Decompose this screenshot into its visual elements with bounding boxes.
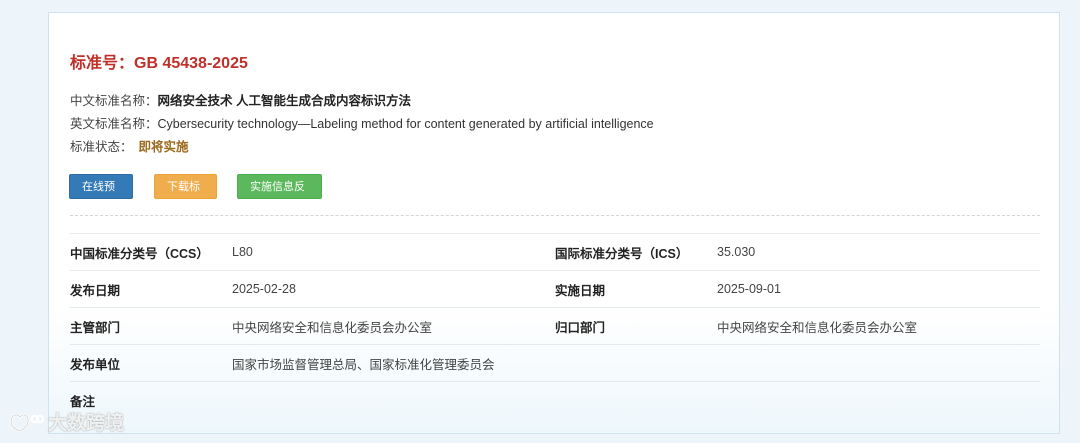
cn-name-value: 网络安全技术 人工智能生成合成内容标识方法 <box>157 94 411 108</box>
publish-date-label: 发布日期 <box>70 270 232 308</box>
publisher-label: 发布单位 <box>70 344 232 382</box>
ics-value: 35.030 <box>717 233 1040 271</box>
ccs-value: L80 <box>232 233 555 271</box>
effective-date-value: 2025-09-01 <box>717 270 1040 308</box>
watermark-text: 大数跨境 <box>48 413 125 434</box>
preview-online-button[interactable]: 在线预览 <box>69 174 133 218</box>
download-standard-button[interactable]: 下载标准 <box>154 174 217 218</box>
cn-name-label: 中文标准名称： <box>70 94 158 108</box>
remarks-value <box>232 381 1040 418</box>
dashed-divider <box>70 215 1040 216</box>
standard-number-title: 标准号：GB 45438-2025 <box>70 55 248 72</box>
ccs-label: 中国标准分类号（CCS） <box>70 233 232 271</box>
table-row: 备注 <box>70 381 1040 418</box>
cn-name-row: 中文标准名称：网络安全技术 人工智能生成合成内容标识方法 <box>70 90 411 109</box>
feedback-button[interactable]: 实施信息反馈 <box>237 174 322 218</box>
table-row: 中国标准分类号（CCS） L80 国际标准分类号（ICS） 35.030 <box>70 233 1040 271</box>
watermark: 大数跨境 <box>8 408 124 435</box>
competent-dept-value: 中央网络安全和信息化委员会办公室 <box>232 307 555 345</box>
standard-info-table: 中国标准分类号（CCS） L80 国际标准分类号（ICS） 35.030 发布日… <box>70 233 1040 418</box>
status-label: 标准状态： <box>70 140 133 154</box>
standard-detail-card: 标准号：GB 45438-2025 中文标准名称：网络安全技术 人工智能生成合成… <box>48 12 1060 434</box>
competent-dept-label: 主管部门 <box>70 307 232 345</box>
status-row: 标准状态： 即将实施 <box>70 136 189 155</box>
ics-label: 国际标准分类号（ICS） <box>555 233 717 271</box>
watermark-logo-icon <box>9 413 44 432</box>
en-name-row: 英文标准名称：Cybersecurity technology—Labeling… <box>70 113 654 132</box>
responsible-dept-value: 中央网络安全和信息化委员会办公室 <box>717 307 1040 345</box>
table-row: 发布单位 国家市场监督管理总局、国家标准化管理委员会 <box>70 344 1040 382</box>
effective-date-label: 实施日期 <box>555 270 717 308</box>
publish-date-value: 2025-02-28 <box>232 270 555 308</box>
publisher-value: 国家市场监督管理总局、国家标准化管理委员会 <box>232 344 1040 382</box>
en-name-label: 英文标准名称： <box>70 117 158 131</box>
responsible-dept-label: 归口部门 <box>555 307 717 345</box>
table-row: 主管部门 中央网络安全和信息化委员会办公室 归口部门 中央网络安全和信息化委员会… <box>70 307 1040 345</box>
en-name-value: Cybersecurity technology—Labeling method… <box>157 117 654 131</box>
status-value: 即将实施 <box>138 140 189 154</box>
table-row: 发布日期 2025-02-28 实施日期 2025-09-01 <box>70 270 1040 308</box>
